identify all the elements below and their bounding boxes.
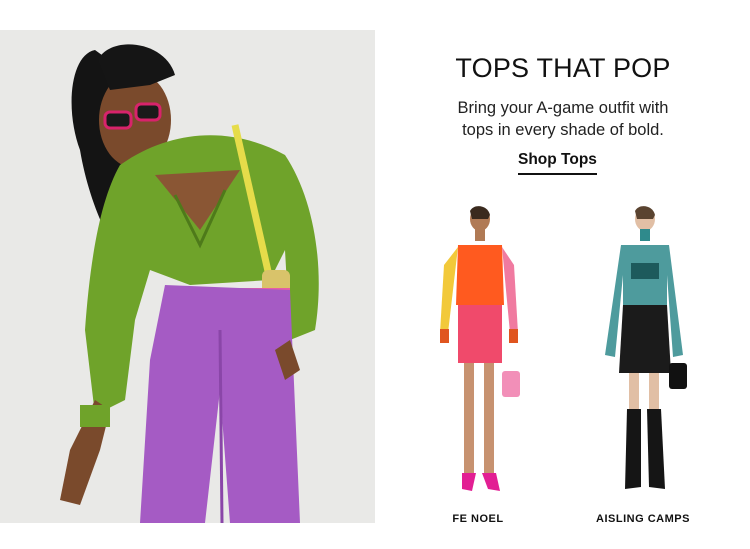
product-card-fe-noel[interactable] xyxy=(418,205,538,505)
brand-label-fe-noel[interactable]: FE NOEL xyxy=(418,513,538,525)
shop-tops-link[interactable]: Shop Tops xyxy=(518,151,597,175)
model-illustration xyxy=(60,44,319,523)
page-title: TOPS THAT POP xyxy=(455,53,671,83)
brand-label-aisling-camps[interactable]: AISLING CAMPS xyxy=(583,513,703,525)
promo-subtitle-line2: tops in every shade of bold. xyxy=(462,121,664,139)
product-image-aisling-camps xyxy=(605,206,687,489)
promo-subtitle: Bring your A-game outfit with tops in ev… xyxy=(391,97,735,141)
promo-subtitle-line1: Bring your A-game outfit with xyxy=(457,99,669,117)
product-image-fe-noel xyxy=(440,206,520,491)
hero-image[interactable] xyxy=(0,30,375,523)
product-card-aisling-camps[interactable] xyxy=(583,205,703,505)
